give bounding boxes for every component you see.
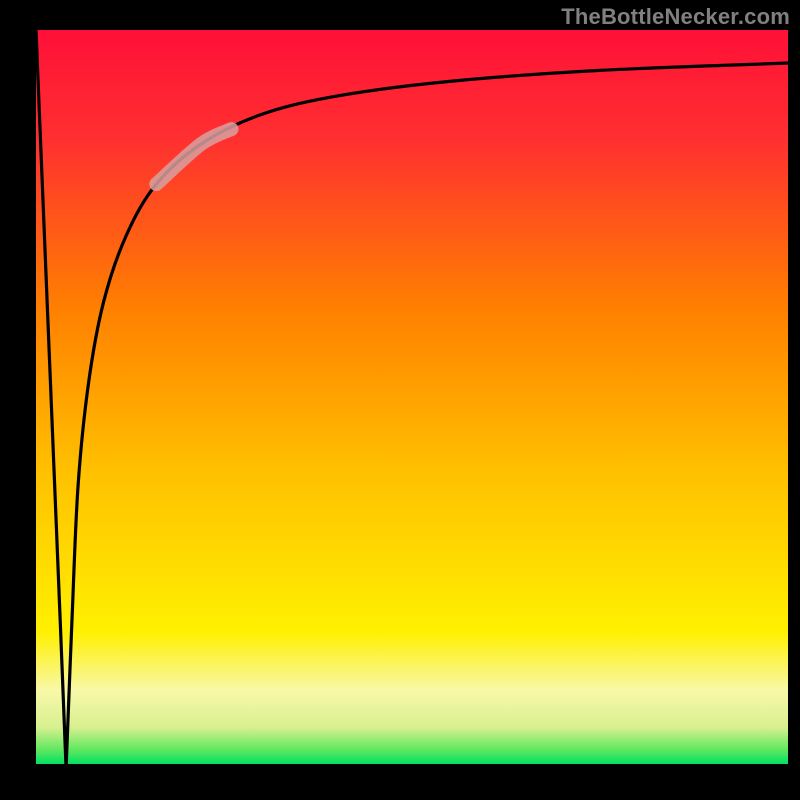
plot-area: [36, 30, 788, 764]
attribution-text: TheBottleNecker.com: [561, 4, 790, 30]
chart-root: TheBottleNecker.com: [0, 0, 800, 800]
chart-svg: [0, 0, 800, 800]
